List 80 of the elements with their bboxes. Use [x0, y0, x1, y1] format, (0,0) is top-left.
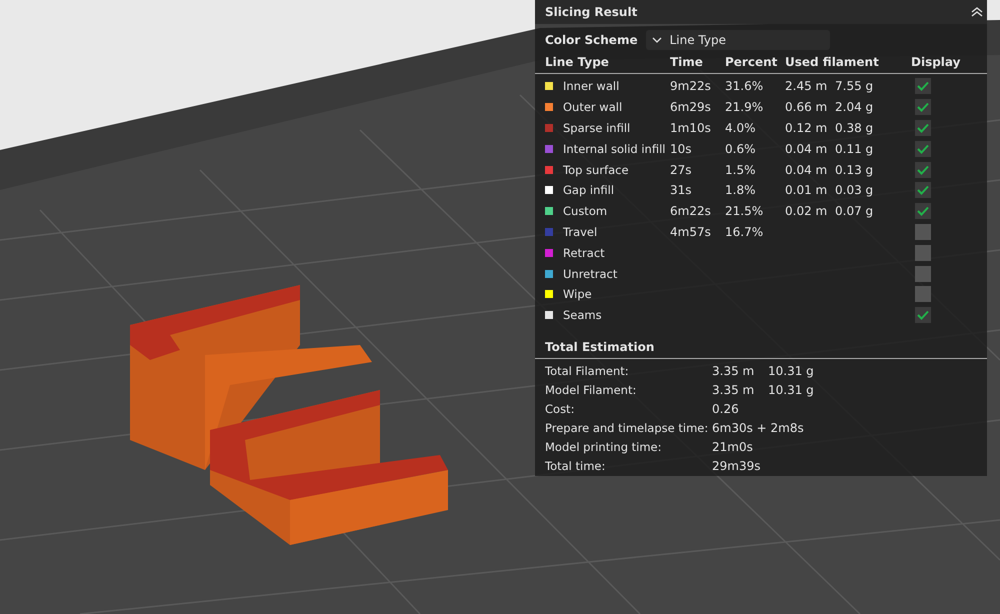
time-value: 10s — [670, 142, 693, 156]
time-value: 6m29s — [670, 100, 712, 114]
time-value: 27s — [670, 162, 693, 177]
color-scheme-label: Color Scheme — [545, 33, 638, 47]
estimate-label: Model Filament: — [545, 383, 638, 398]
line-type-name: Internal solid infill — [563, 142, 666, 156]
estimate-label: Cost: — [545, 402, 576, 416]
chevron-down-icon — [652, 37, 662, 43]
display-checkbox[interactable] — [915, 244, 931, 261]
length-value: 0.04 m — [785, 142, 828, 156]
percent-value: 21.9% — [725, 100, 764, 114]
line-type-name: Custom — [563, 204, 608, 218]
percent-value: 1.8% — [725, 183, 756, 198]
column-header: Time — [670, 55, 704, 69]
percent-value: 16.7% — [725, 224, 764, 239]
section-title: Total Estimation — [535, 340, 987, 359]
column-header: Used filament — [785, 55, 879, 69]
estimate-label: Total time: — [545, 459, 606, 474]
estimate-label: Prepare and timelapse time: — [545, 421, 710, 436]
estimate-value: 21m0s — [712, 440, 754, 454]
line-type-name: Retract — [563, 246, 606, 260]
length-value: 0.12 m — [785, 120, 828, 135]
dropdown-value: Line Type — [670, 33, 726, 47]
line-type-name: Outer wall — [563, 100, 624, 114]
estimate-label: Model printing time: — [545, 440, 662, 454]
percent-value: 31.6% — [725, 79, 764, 94]
time-value: 6m22s — [670, 204, 712, 218]
length-value: 0.02 m — [785, 204, 828, 218]
display-checkbox[interactable] — [915, 120, 931, 136]
column-header: Display — [911, 55, 960, 69]
line-type-name: Gap infill — [563, 183, 616, 198]
weight-value: 0.07 g — [835, 204, 874, 218]
line-type-name: Seams — [563, 308, 603, 322]
display-checkbox[interactable] — [915, 224, 931, 240]
column-header: Line Type — [545, 55, 610, 69]
time-value: 31s — [670, 183, 693, 198]
weight-value: 2.04 g — [835, 100, 874, 114]
line-type-name: Travel — [563, 224, 598, 239]
weight-value: 7.55 g — [835, 79, 874, 94]
display-checkbox[interactable] — [915, 78, 931, 94]
length-value: 0.04 m — [785, 162, 828, 177]
display-checkbox[interactable] — [915, 99, 931, 116]
color-scheme-dropdown[interactable]: Line Type — [646, 30, 830, 50]
estimate-value: 0.26 — [712, 402, 740, 416]
collapse-icon[interactable] — [971, 7, 983, 17]
display-checkbox[interactable] — [915, 182, 931, 198]
column-header: Percent — [725, 55, 778, 69]
estimate-value: 10.31 g — [768, 364, 814, 378]
estimate-value: 29m39s — [712, 459, 762, 474]
weight-value: 0.03 g — [835, 183, 874, 198]
line-type-name: Unretract — [563, 266, 618, 281]
percent-value: 0.6% — [725, 142, 756, 156]
estimate-label: Total Filament: — [545, 364, 630, 378]
percent-value: 4.0% — [725, 120, 756, 135]
panel-title: Slicing Result — [545, 5, 638, 19]
display-checkbox[interactable] — [915, 286, 931, 302]
estimate-value: 3.35 m — [712, 364, 756, 378]
estimate-value: 10.31 g — [768, 383, 814, 398]
length-value: 2.45 m — [785, 79, 828, 94]
display-checkbox[interactable] — [915, 140, 931, 157]
display-checkbox[interactable] — [915, 266, 931, 282]
estimate-value: 3.35 m — [712, 383, 756, 398]
time-value: 1m10s — [670, 120, 712, 135]
weight-value: 0.13 g — [835, 162, 874, 177]
weight-value: 0.38 g — [835, 120, 874, 135]
weight-value: 0.11 g — [835, 142, 874, 156]
time-value: 9m22s — [670, 79, 712, 94]
line-type-name: Sparse infill — [563, 120, 632, 135]
line-type-name: Top surface — [563, 162, 630, 177]
display-checkbox[interactable] — [915, 162, 931, 178]
estimate-value: 6m30s + 2m8s — [712, 421, 804, 436]
length-value: 0.66 m — [785, 100, 828, 114]
percent-value: 21.5% — [725, 204, 764, 218]
percent-value: 1.5% — [725, 162, 756, 177]
display-checkbox[interactable] — [915, 307, 931, 324]
time-value: 4m57s — [670, 224, 712, 239]
line-type-name: Wipe — [563, 287, 593, 302]
line-type-name: Inner wall — [563, 79, 620, 94]
display-checkbox[interactable] — [915, 203, 931, 220]
length-value: 0.01 m — [785, 183, 828, 198]
